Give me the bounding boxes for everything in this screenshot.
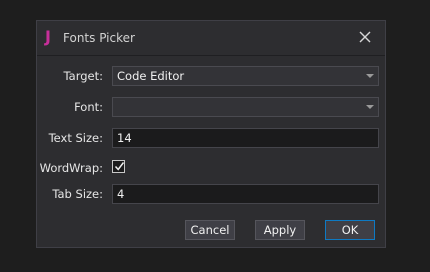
ok-button[interactable]: OK xyxy=(325,220,375,240)
chevron-down-icon xyxy=(366,105,374,109)
checkmark-icon xyxy=(114,162,125,171)
title-bar: J Fonts Picker xyxy=(37,21,385,56)
tab-size-row: Tab Size: xyxy=(37,184,103,204)
tab-size-input[interactable]: 4 xyxy=(112,184,379,204)
font-row: Font: xyxy=(37,97,103,117)
close-icon xyxy=(359,31,371,43)
chevron-down-icon xyxy=(366,74,374,78)
fonts-picker-dialog: J Fonts Picker Target: Code Editor Font:… xyxy=(36,20,386,248)
close-button[interactable] xyxy=(355,27,375,47)
text-size-label: Text Size: xyxy=(48,131,103,145)
cancel-button[interactable]: Cancel xyxy=(185,220,235,240)
wordwrap-label: WordWrap: xyxy=(39,161,103,175)
font-label: Font: xyxy=(74,100,103,114)
app-logo-icon: J xyxy=(45,27,51,46)
target-value: Code Editor xyxy=(117,69,185,83)
tab-size-label: Tab Size: xyxy=(52,187,103,201)
target-row: Target: xyxy=(37,66,103,86)
wordwrap-row: WordWrap: xyxy=(37,158,103,178)
text-size-input[interactable]: 14 xyxy=(112,128,379,148)
wordwrap-checkbox[interactable] xyxy=(112,160,125,173)
target-label: Target: xyxy=(63,69,103,83)
text-size-row: Text Size: xyxy=(37,128,103,148)
font-select[interactable] xyxy=(112,97,379,117)
dialog-title: Fonts Picker xyxy=(63,31,135,45)
target-select[interactable]: Code Editor xyxy=(112,66,379,86)
apply-button[interactable]: Apply xyxy=(255,220,305,240)
